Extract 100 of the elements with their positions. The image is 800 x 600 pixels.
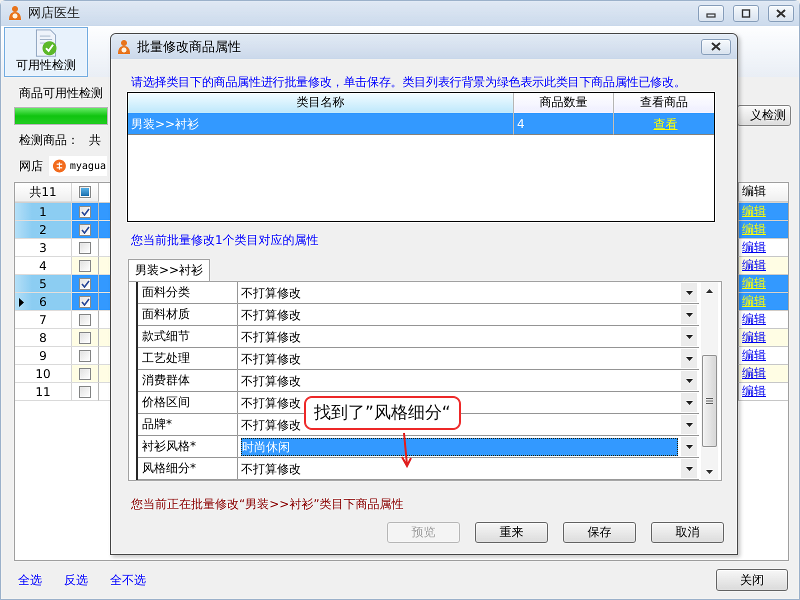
row-number: 11 bbox=[15, 383, 72, 401]
column-header: 查看商品 bbox=[614, 93, 714, 113]
dropdown-button[interactable] bbox=[681, 393, 697, 412]
table-cell: 4 bbox=[514, 113, 614, 135]
row-number: 3 bbox=[15, 239, 72, 257]
dialog-button: 预览 bbox=[387, 522, 460, 543]
dropdown-button[interactable] bbox=[681, 305, 697, 324]
scrollbar[interactable] bbox=[701, 282, 718, 480]
property-value[interactable]: 不打算修改 bbox=[241, 350, 301, 366]
close-icon bbox=[776, 8, 786, 18]
edit-link[interactable]: 编辑 bbox=[742, 240, 766, 254]
row-number: 2 bbox=[15, 221, 72, 239]
property-value[interactable]: 不打算修改 bbox=[241, 416, 301, 432]
category-tab[interactable]: 男装>>衬衫 bbox=[128, 259, 210, 281]
property-name: 价格区间 bbox=[138, 392, 238, 413]
close-button[interactable]: 关闭 bbox=[716, 569, 788, 591]
checkbox[interactable] bbox=[79, 260, 91, 272]
property-name: 消费群体 bbox=[138, 370, 238, 391]
maximize-button[interactable] bbox=[733, 4, 759, 22]
property-name: 风格细分* bbox=[138, 458, 238, 479]
dropdown-button[interactable] bbox=[681, 437, 697, 456]
row-number: 9 bbox=[15, 347, 72, 365]
caret-icon bbox=[686, 400, 692, 404]
checkbox[interactable] bbox=[79, 186, 91, 198]
table-cell: 男装>>衬衫 bbox=[128, 113, 514, 135]
info-text: 您当前批量修改1个类目对应的属性 bbox=[131, 232, 320, 248]
checkbox[interactable] bbox=[79, 278, 91, 290]
scroll-up-icon bbox=[706, 288, 713, 292]
status-text: 您当前正在批量修改“男装>>衬衫”类目下商品属性 bbox=[131, 496, 405, 512]
checkbox[interactable] bbox=[79, 242, 91, 254]
caret-icon bbox=[686, 444, 692, 448]
app-icon bbox=[116, 38, 132, 54]
select-link[interactable]: 全选 bbox=[18, 572, 42, 588]
property-value[interactable]: 不打算修改 bbox=[241, 284, 301, 300]
dialog-button[interactable]: 保存 bbox=[563, 522, 636, 543]
property-name: 面料材质 bbox=[138, 304, 238, 325]
dialog-button[interactable]: 取消 bbox=[651, 522, 724, 543]
edit-link[interactable]: 编辑 bbox=[742, 348, 766, 362]
scroll-down-icon bbox=[706, 470, 713, 474]
property-name: 衬衫风格* bbox=[138, 436, 238, 457]
dropdown-button[interactable] bbox=[681, 415, 697, 434]
instruction-text: 请选择类目下的商品属性进行批量修改，单击保存。类目列表行背景为绿色表示此类目下商品属性已修改。 bbox=[131, 74, 687, 90]
caret-icon bbox=[686, 334, 692, 338]
row-number: 1 bbox=[15, 203, 72, 221]
summary-text: 共 bbox=[89, 132, 101, 148]
dropdown-button[interactable] bbox=[681, 349, 697, 368]
caret-icon bbox=[686, 356, 692, 360]
checkbox[interactable] bbox=[79, 350, 91, 362]
property-value[interactable]: 不打算修改 bbox=[241, 306, 301, 322]
dropdown-button[interactable] bbox=[681, 371, 697, 390]
property-name: 工艺处理 bbox=[138, 348, 238, 369]
checkbox[interactable] bbox=[79, 224, 91, 236]
shop-icon bbox=[53, 159, 66, 173]
checkbox[interactable] bbox=[79, 386, 91, 398]
dropdown-button[interactable] bbox=[681, 327, 697, 346]
dropdown-button[interactable] bbox=[681, 283, 697, 302]
select-link[interactable]: 反选 bbox=[64, 572, 88, 588]
property-name: 品牌* bbox=[138, 414, 238, 435]
caret-icon bbox=[686, 312, 692, 316]
annotation-arrow bbox=[400, 432, 412, 468]
close-icon bbox=[710, 42, 722, 51]
app-icon bbox=[7, 5, 23, 22]
dialog-button[interactable]: 重来 bbox=[475, 522, 548, 543]
property-value[interactable]: 不打算修改 bbox=[241, 394, 301, 410]
caret-icon bbox=[686, 290, 692, 294]
shop-label: 网店 bbox=[19, 158, 43, 174]
checkbox[interactable] bbox=[79, 296, 91, 308]
checkbox[interactable] bbox=[79, 206, 91, 218]
caret-icon bbox=[686, 466, 692, 470]
shop-field[interactable]: myagua bbox=[49, 156, 107, 176]
property-name: 面料分类 bbox=[138, 282, 238, 303]
row-number: 5 bbox=[15, 275, 72, 293]
dropdown-button[interactable] bbox=[681, 459, 697, 478]
checkbox[interactable] bbox=[79, 314, 91, 326]
column-header: 共11 bbox=[15, 183, 72, 202]
close-button[interactable] bbox=[701, 38, 731, 54]
checkbox[interactable] bbox=[79, 368, 91, 380]
custom-check-button[interactable]: 义检测 bbox=[737, 105, 791, 126]
window-title: 网店医生 bbox=[28, 5, 80, 22]
column-header: 类目名称 bbox=[128, 93, 514, 113]
caret-icon bbox=[686, 378, 692, 382]
maximize-icon bbox=[741, 8, 751, 18]
select-link[interactable]: 全不选 bbox=[110, 572, 146, 588]
edit-link[interactable]: 编辑 bbox=[742, 312, 766, 326]
property-value[interactable]: 不打算修改 bbox=[241, 460, 301, 476]
dialog-title: 批量修改商品属性 bbox=[137, 38, 241, 56]
edit-link[interactable]: 编辑 bbox=[742, 384, 766, 398]
row-number: 6 bbox=[15, 293, 72, 311]
property-value[interactable]: 不打算修改 bbox=[241, 372, 301, 388]
checkbox[interactable] bbox=[79, 332, 91, 344]
property-name: 款式细节 bbox=[138, 326, 238, 347]
caret-icon bbox=[686, 422, 692, 426]
status-text: 商品可用性检测 bbox=[19, 85, 103, 101]
minimize-button[interactable] bbox=[698, 4, 724, 22]
toolbar-button[interactable]: 可用性检测 bbox=[4, 26, 88, 77]
property-value[interactable]: 不打算修改 bbox=[241, 328, 301, 344]
column-header: 商品数量 bbox=[514, 93, 614, 113]
callout: 找到了”风格细分“ bbox=[304, 396, 461, 430]
row-number: 7 bbox=[15, 311, 72, 329]
close-button[interactable] bbox=[768, 4, 794, 22]
